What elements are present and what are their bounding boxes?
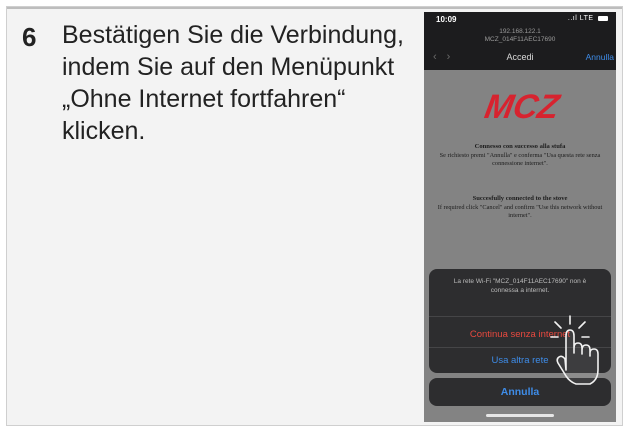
message-english-title: Succesfully connected to the stove [472,195,568,202]
phone-header: 10:09 ..ıl LTE 192.168.122.1 MCZ_014F11A… [424,12,616,70]
signal-label: ..ıl LTE [567,15,594,22]
mcz-logo: MCZ [482,88,563,126]
nav-cancel-button[interactable]: Annulla [586,52,614,62]
message-italian-title: Connesso con successo alla stufa [474,143,566,150]
message-italian: Connesso con successo alla stufa Se rich… [430,143,610,169]
ssid-label: MCZ_014F11AEC17690 [484,36,556,43]
message-english-body: If required click "Cancel" and confirm "… [437,203,603,220]
network-info: 192.168.122.1 MCZ_014F11AEC17690 [424,28,616,44]
top-divider [7,7,622,9]
message-english: Succesfully connected to the stove If re… [430,195,610,221]
status-signal: ..ıl LTE [568,15,608,22]
svg-text:MCZ: MCZ [482,88,563,126]
status-time: 10:09 [436,15,457,24]
phone-screenshot: 10:09 ..ıl LTE 192.168.122.1 MCZ_014F11A… [424,12,616,422]
instruction-line: klicken. [62,117,146,145]
nav-bar: ‹› Accedi Annulla [424,50,616,66]
instruction-line: „Ohne Internet fortfahren“ [62,85,346,113]
instruction-line: Bestätigen Sie die Verbindung, [62,21,404,49]
action-sheet-message: La rete Wi-Fi "MCZ_014F11AEC17690" non è… [453,278,587,294]
message-italian-body: Se richiesto premi "Annulla" e conferma … [439,151,601,168]
step-instruction: Bestätigen Sie die Verbindung, indem Sie… [62,19,404,147]
home-indicator [486,414,554,417]
instruction-line: indem Sie auf den Menüpunkt [62,53,395,81]
battery-icon [598,15,608,21]
tap-hand-icon [550,315,599,385]
ip-address: 192.168.122.1 [499,28,541,35]
step-number: 6 [22,22,37,52]
status-bar: 10:09 ..ıl LTE [432,15,608,27]
